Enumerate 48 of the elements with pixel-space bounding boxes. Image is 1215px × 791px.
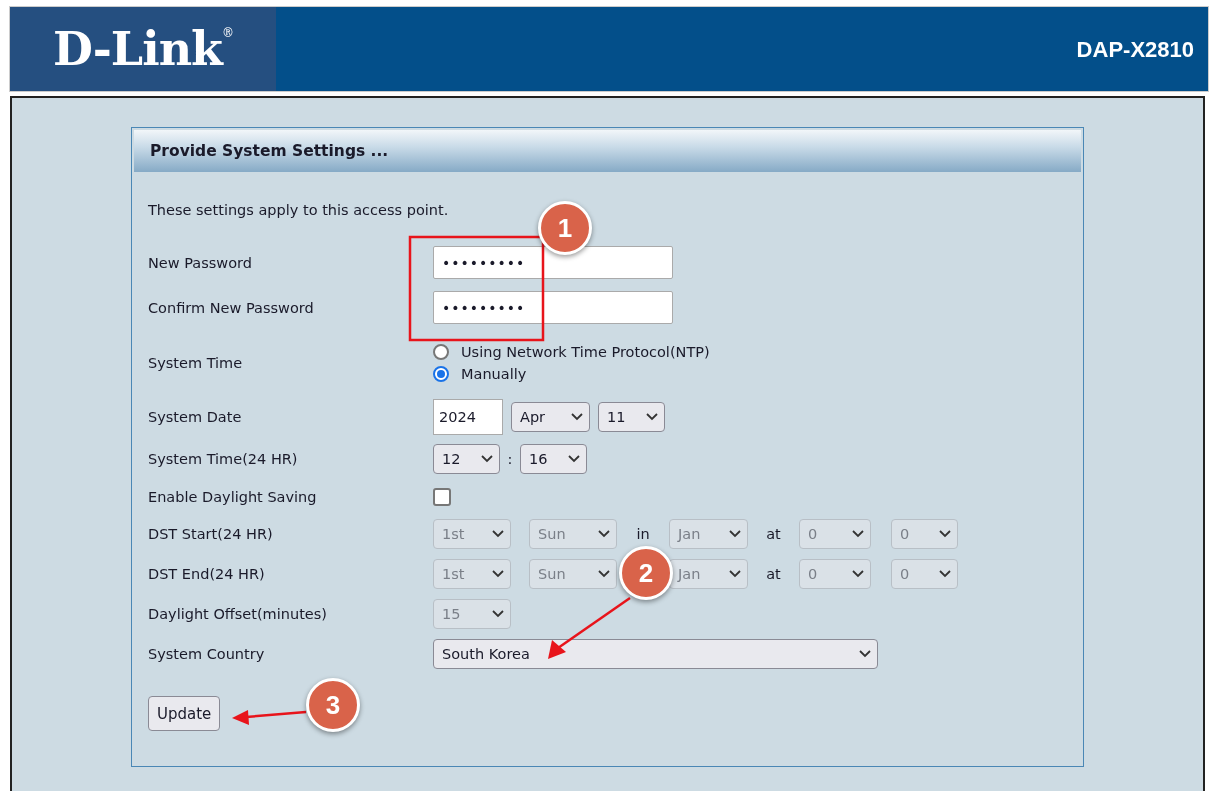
year-field[interactable]: 2024 [433,399,503,435]
logo: D-Link$^{®}$ [53,22,233,76]
chevron-icon [481,455,493,463]
panel-title: Provide System Settings ... [134,130,1081,172]
chevron-icon [598,570,610,578]
radio-button[interactable] [433,366,449,382]
model-name: DAP-X2810 [1076,36,1195,64]
chevron-icon [492,610,504,618]
time-separator: : [506,451,514,467]
field-label: Daylight Offset(minutes) [148,606,328,622]
connector-text: in [636,526,650,542]
country-select[interactable]: South Korea [433,639,878,669]
connector-text: at [766,566,781,582]
chevron-icon [492,530,504,538]
day-select[interactable]: 11 [598,402,665,432]
field-label: System Time [148,355,244,371]
hour-select[interactable]: 12 [433,444,500,474]
radio-label[interactable]: Manually [461,366,527,382]
field-label: System Country [148,646,266,662]
chevron-icon [646,413,658,421]
password-field[interactable]: ••••••••• [433,246,673,279]
chevron-icon [598,530,610,538]
checkbox[interactable] [433,488,451,506]
field-label: Confirm New Password [148,299,315,316]
month-select[interactable]: Apr [511,402,590,432]
field-label: DST End(24 HR) [148,566,266,582]
chevron-icon [492,570,504,578]
minute-select[interactable]: 16 [520,444,587,474]
chevron-icon [729,530,741,538]
chevron-icon [939,570,951,578]
field-label: New Password [148,254,253,271]
intro-text: These settings apply to this access point. [148,202,450,218]
chevron-icon [571,413,583,421]
chevron-icon [852,530,864,538]
chevron-icon [729,570,741,578]
update-button[interactable]: Update [148,696,221,731]
chevron-icon [568,455,580,463]
field-label: Enable Daylight Saving [148,489,318,505]
field-label: DST Start(24 HR) [148,526,274,542]
field-label: System Time(24 HR) [148,451,299,467]
chevron-icon [939,530,951,538]
chevron-icon [852,570,864,578]
field-label: System Date [148,409,243,425]
radio-label[interactable]: Using Network Time Protocol(NTP) [461,344,710,360]
password-field[interactable]: ••••••••• [433,291,673,324]
chevron-icon [859,650,871,658]
radio-button[interactable] [433,344,449,360]
connector-text: at [766,526,781,542]
